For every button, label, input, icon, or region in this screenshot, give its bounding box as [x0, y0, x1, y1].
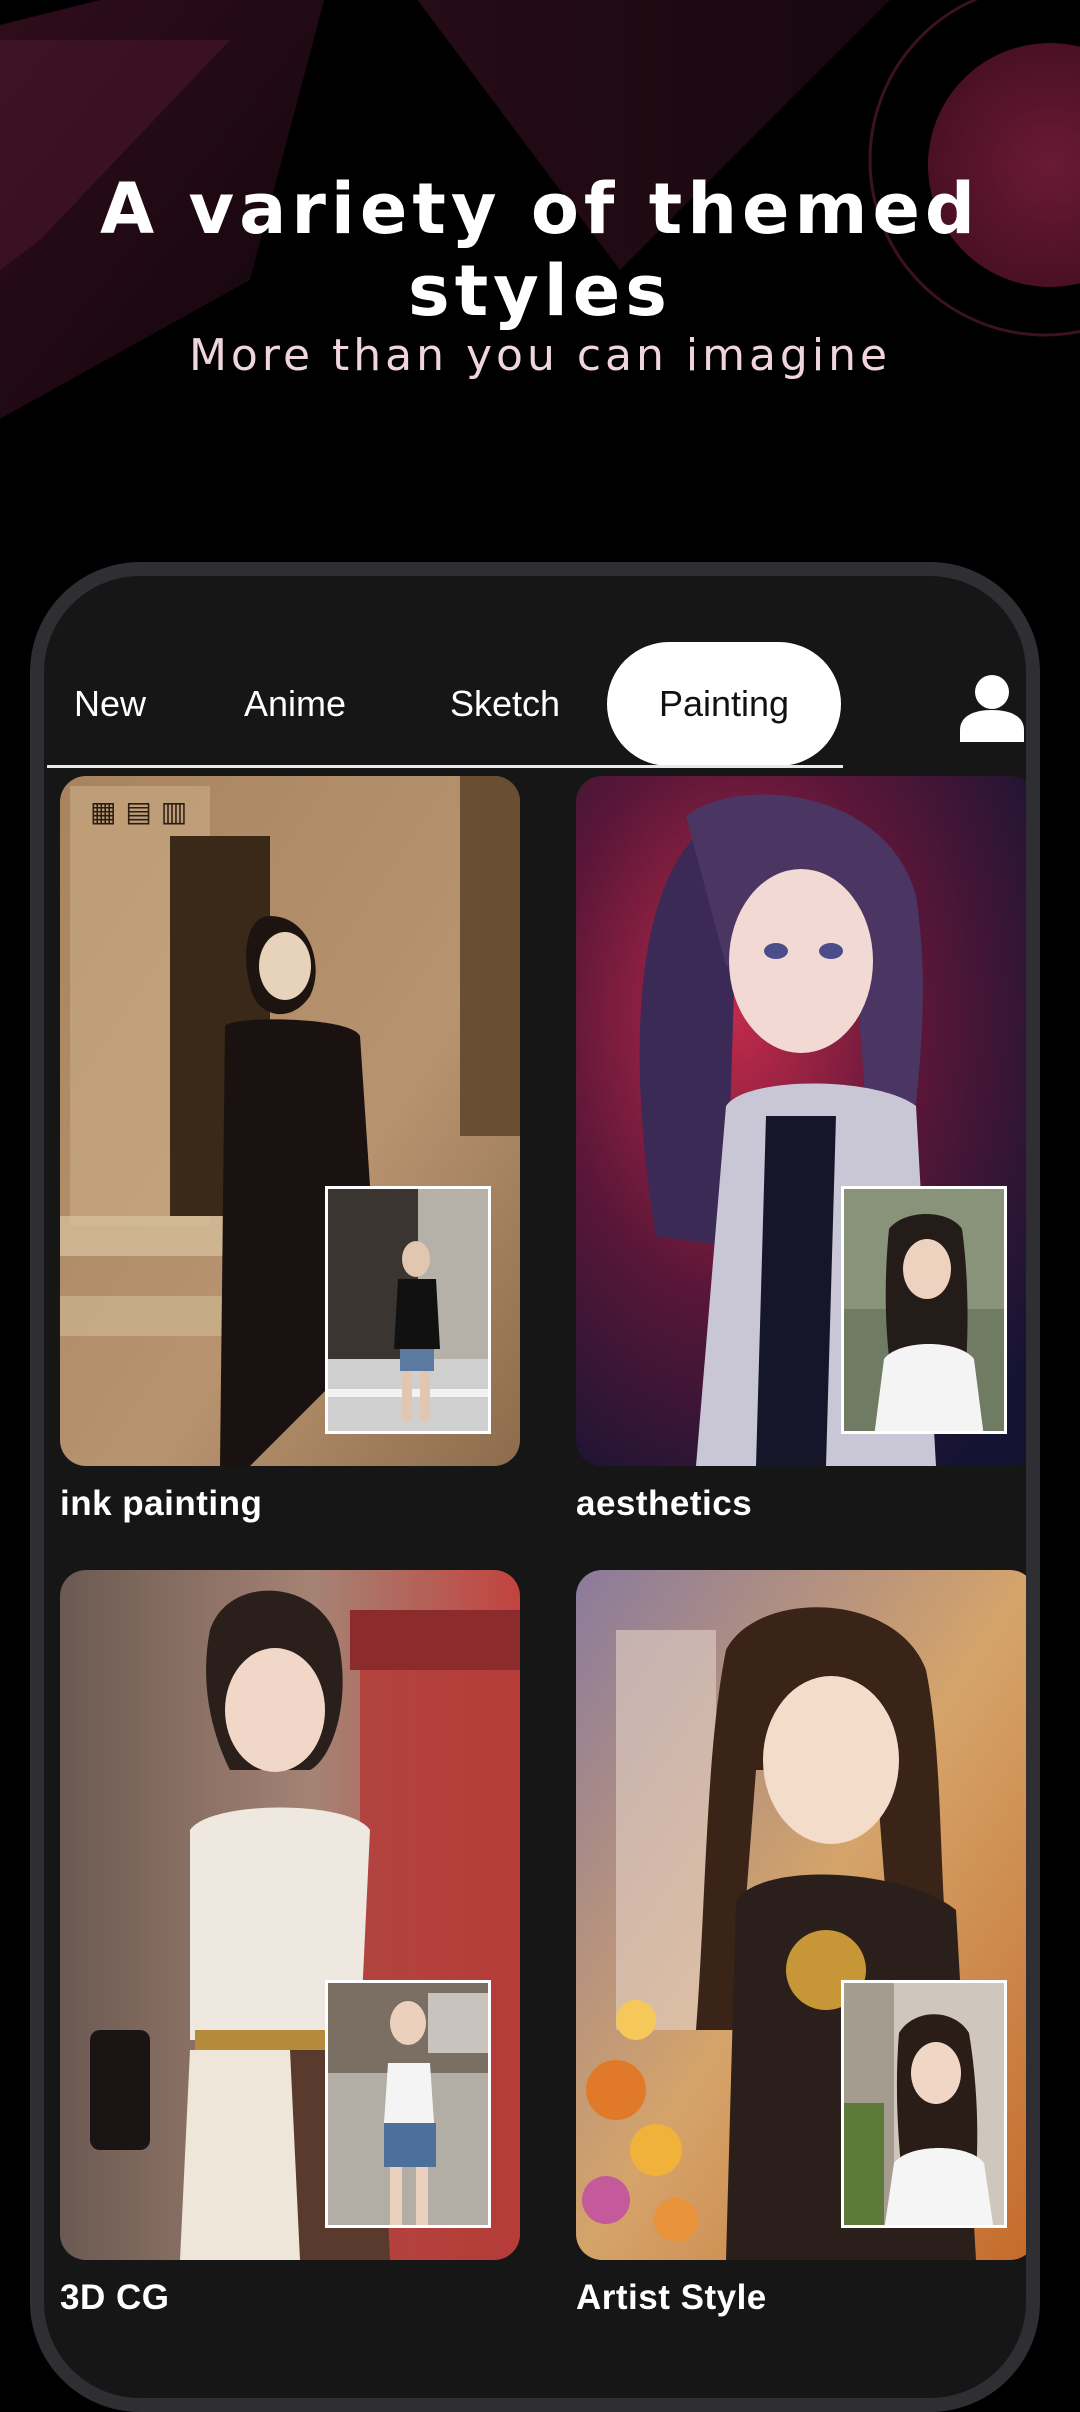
style-card-label: ink painting [60, 1484, 263, 1523]
svg-text:▦ ▤ ▥: ▦ ▤ ▥ [90, 795, 187, 828]
original-photo-thumbnail [325, 1186, 491, 1434]
tab-anime[interactable]: Anime [220, 642, 370, 766]
hero-subtitle: More than you can imagine [188, 330, 892, 381]
phone-mockup: New Anime Sketch Painting ▦ ▤ ▥ ink pain… [30, 562, 1040, 2412]
original-photo-thumbnail [325, 1980, 491, 2228]
hero-banner: A variety of themed styles More than you… [0, 0, 1080, 560]
style-card-label: Artist Style [576, 2278, 767, 2317]
style-card-3d-cg[interactable] [60, 1570, 520, 2260]
original-photo-thumbnail [841, 1980, 1007, 2228]
style-card-ink-painting[interactable]: ▦ ▤ ▥ [60, 776, 520, 1466]
style-card-label: 3D CG [60, 2278, 170, 2317]
tab-new[interactable]: New [50, 642, 170, 766]
tab-underline [47, 765, 843, 768]
style-card-aesthetics[interactable] [576, 776, 1026, 1466]
style-card-artist-style[interactable] [576, 1570, 1026, 2260]
tab-painting[interactable]: Painting [607, 642, 841, 766]
style-card-label: aesthetics [576, 1484, 753, 1523]
hero-title: A variety of themed styles [99, 168, 981, 332]
original-photo-thumbnail [841, 1186, 1007, 1434]
style-tabs: New Anime Sketch Painting [44, 576, 1026, 776]
tab-sketch[interactable]: Sketch [420, 642, 590, 766]
person-icon[interactable] [960, 672, 1024, 742]
